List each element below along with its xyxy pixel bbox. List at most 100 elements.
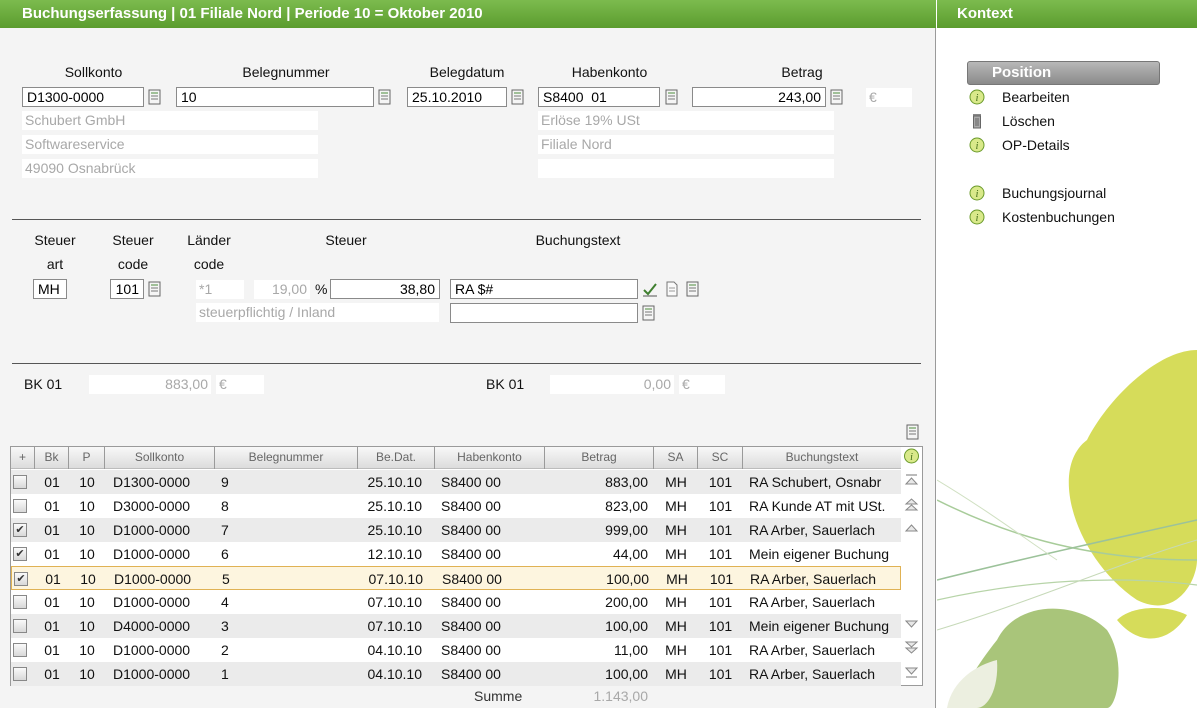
info-icon: i — [969, 137, 985, 153]
table-row[interactable]: 01 10 D1000-0000 2 04.10.10 S8400 00 11,00 MH 10… — [11, 638, 901, 662]
cell-text: Mein eigener Buchung — [749, 546, 890, 562]
cell-sa: MH — [665, 546, 687, 562]
cell-beleg: 8 — [221, 498, 229, 514]
cell-betrag: 44,00 — [612, 546, 648, 562]
svg-text:i: i — [976, 213, 979, 224]
cell-betrag: 100,00 — [605, 666, 648, 682]
col-buchungstext[interactable]: Buchungstext — [743, 447, 901, 469]
cell-soll: D1300-0000 — [113, 474, 191, 490]
steuer-description: steuerpflichtig / Inland — [196, 303, 439, 322]
row-checkbox[interactable] — [13, 643, 27, 657]
cell-sc: 101 — [708, 474, 733, 490]
cell-betrag: 200,00 — [605, 594, 648, 610]
table-scrollbar[interactable]: i — [901, 447, 922, 685]
cell-text: RA Arber, Sauerlach — [749, 594, 876, 610]
col-habenkonto[interactable]: Habenkonto — [435, 447, 545, 469]
betrag-input[interactable] — [692, 87, 826, 107]
cell-bk: 01 — [45, 571, 61, 587]
label-laendercode-2: code — [193, 256, 225, 272]
cell-p: 10 — [80, 571, 96, 587]
scroll-bottom-icon[interactable] — [903, 664, 920, 680]
col-sollkonto[interactable]: Sollkonto — [105, 447, 215, 469]
steuerbetrag-input[interactable] — [330, 279, 440, 299]
cell-sc: 101 — [708, 594, 733, 610]
buchungstext-input[interactable] — [450, 279, 638, 299]
scroll-down-icon[interactable] — [903, 616, 920, 632]
context-title: Kontext — [937, 0, 1197, 28]
lookup-icon[interactable] — [148, 281, 162, 297]
lookup-icon[interactable] — [686, 281, 700, 297]
info-icon[interactable]: i — [903, 448, 920, 464]
col-betrag[interactable]: Betrag — [545, 447, 654, 469]
habenkonto-input[interactable] — [538, 87, 660, 107]
document-icon[interactable] — [665, 281, 679, 297]
steuercode-input[interactable] — [110, 279, 144, 299]
menu-item-label: Bearbeiten — [1002, 89, 1070, 105]
haben-subtitle: Filiale Nord — [538, 135, 834, 154]
belegdatum-input[interactable] — [407, 87, 507, 107]
row-checkbox[interactable]: ✔ — [13, 547, 27, 561]
cell-betrag: 11,00 — [614, 642, 648, 658]
label-belegdatum: Belegdatum — [429, 64, 505, 80]
scroll-page-up-icon[interactable] — [903, 496, 920, 512]
info-icon: i — [969, 89, 985, 105]
cell-soll: D1000-0000 — [113, 522, 191, 538]
cell-haben: S8400 00 — [441, 594, 501, 610]
table-row[interactable]: 01 10 D1000-0000 1 04.10.10 S8400 00 100,00 MH 1… — [11, 662, 901, 686]
percent-sign: % — [315, 281, 328, 297]
buchungstext2-input[interactable] — [450, 303, 638, 323]
lookup-icon[interactable] — [378, 89, 392, 105]
calendar-icon[interactable] — [511, 89, 525, 105]
table-row[interactable]: 01 10 D1300-0000 9 25.10.10 S8400 00 883,00 MH 1… — [11, 470, 901, 494]
table-row[interactable]: ✔ 01 10 D1000-0000 7 25.10.10 S8400 00 999,00 MH… — [11, 518, 901, 542]
table-row[interactable]: ✔ 01 10 D1000-0000 6 12.10.10 S8400 00 44,00 MH 1… — [11, 542, 901, 566]
haben-extra — [538, 159, 834, 178]
cell-betrag: 823,00 — [605, 498, 648, 514]
table-row[interactable]: 01 10 D3000-0000 8 25.10.10 S8400 00 823,00 MH 1… — [11, 494, 901, 518]
cell-text: RA Arber, Sauerlach — [750, 571, 877, 587]
lookup-icon[interactable] — [642, 305, 656, 321]
menu-item-buchungsjournal[interactable]: i Buchungsjournal — [967, 182, 1167, 204]
table-options-icon[interactable] — [906, 424, 920, 440]
cell-bk: 01 — [44, 498, 60, 514]
cell-sa: MH — [665, 522, 687, 538]
scroll-top-icon[interactable] — [903, 472, 920, 488]
label-laendercode-1: Länder — [187, 232, 231, 248]
cell-sc: 101 — [708, 498, 733, 514]
edit-check-icon[interactable] — [642, 281, 658, 297]
calculator-icon[interactable] — [830, 89, 844, 105]
table-row[interactable]: 01 10 D4000-0000 3 07.10.10 S8400 00 100,00 MH 1… — [11, 614, 901, 638]
col-sa[interactable]: SA — [654, 447, 698, 469]
row-checkbox[interactable] — [13, 667, 27, 681]
cell-sc: 101 — [708, 642, 733, 658]
col-sc[interactable]: SC — [698, 447, 743, 469]
table-row[interactable]: 01 10 D1000-0000 4 07.10.10 S8400 00 200,00 MH 1… — [11, 590, 901, 614]
scroll-page-down-icon[interactable] — [903, 640, 920, 656]
menu-item-kostenbuchungen[interactable]: i Kostenbuchungen — [967, 206, 1167, 228]
col-bk[interactable]: Bk — [35, 447, 69, 469]
col-p[interactable]: P — [69, 447, 105, 469]
lookup-icon[interactable] — [148, 89, 162, 105]
col-datum[interactable]: Be.Dat. — [358, 447, 435, 469]
menu-item-op-details[interactable]: i OP-Details — [967, 134, 1167, 156]
table-row[interactable]: ✔ 01 10 D1000-0000 5 07.10.10 S8400 00 100,00 MH… — [11, 566, 901, 590]
sollkonto-input[interactable] — [22, 87, 144, 107]
cell-haben: S8400 00 — [441, 546, 501, 562]
row-checkbox[interactable]: ✔ — [13, 523, 27, 537]
belegnummer-input[interactable] — [176, 87, 374, 107]
row-checkbox[interactable] — [13, 475, 27, 489]
col-belegnummer[interactable]: Belegnummer — [215, 447, 358, 469]
scroll-up-icon[interactable] — [903, 520, 920, 536]
trash-icon — [973, 114, 981, 129]
row-checkbox[interactable] — [13, 499, 27, 513]
menu-item-bearbeiten[interactable]: i Bearbeiten — [967, 86, 1167, 108]
cell-bk: 01 — [44, 666, 60, 682]
booking-panel: Buchungserfassung | 01 Filiale Nord | Pe… — [0, 0, 936, 708]
steuerart-input[interactable] — [33, 279, 67, 299]
row-checkbox[interactable] — [13, 595, 27, 609]
row-checkbox[interactable] — [13, 619, 27, 633]
row-checkbox[interactable]: ✔ — [14, 572, 28, 586]
lookup-icon[interactable] — [665, 89, 679, 105]
col-select[interactable]: + — [11, 447, 35, 469]
menu-item-loeschen[interactable]: Löschen — [967, 110, 1167, 132]
